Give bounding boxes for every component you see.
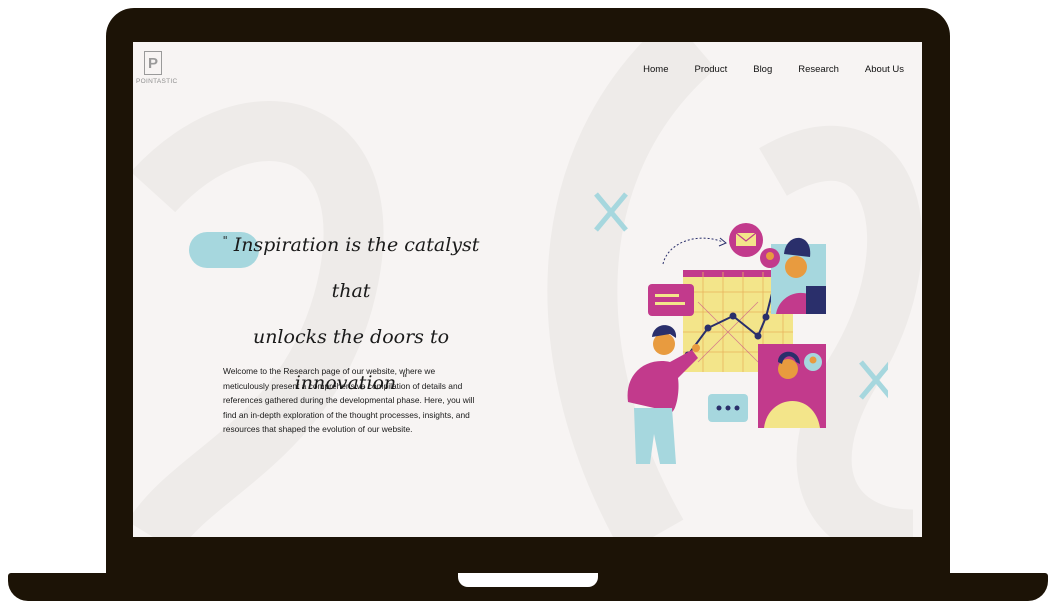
nav-about-us[interactable]: About Us <box>865 64 904 75</box>
laptop-notch <box>458 573 598 587</box>
logo[interactable]: P POINTASTIC <box>136 51 178 85</box>
quote-line-1: " Inspiration is the catalyst that <box>222 234 480 302</box>
nav-home[interactable]: Home <box>643 64 668 75</box>
x-decoration-icon <box>859 360 888 400</box>
quote-open-mark: " <box>222 234 228 247</box>
nav-blog[interactable]: Blog <box>753 64 772 75</box>
nav-research[interactable]: Research <box>798 64 839 75</box>
laptop-screen: P POINTASTIC Home Product Blog Research … <box>133 42 922 537</box>
logo-text: POINTASTIC <box>136 78 178 85</box>
nav-product[interactable]: Product <box>694 64 727 75</box>
research-illustration <box>594 192 888 464</box>
message-bubble-icon <box>648 284 694 316</box>
x-decoration-icon <box>594 192 628 232</box>
main-nav: Home Product Blog Research About Us <box>643 64 904 75</box>
intro-paragraph: Welcome to the Research page of our webs… <box>223 366 475 435</box>
logo-mark-icon: P <box>144 51 162 75</box>
